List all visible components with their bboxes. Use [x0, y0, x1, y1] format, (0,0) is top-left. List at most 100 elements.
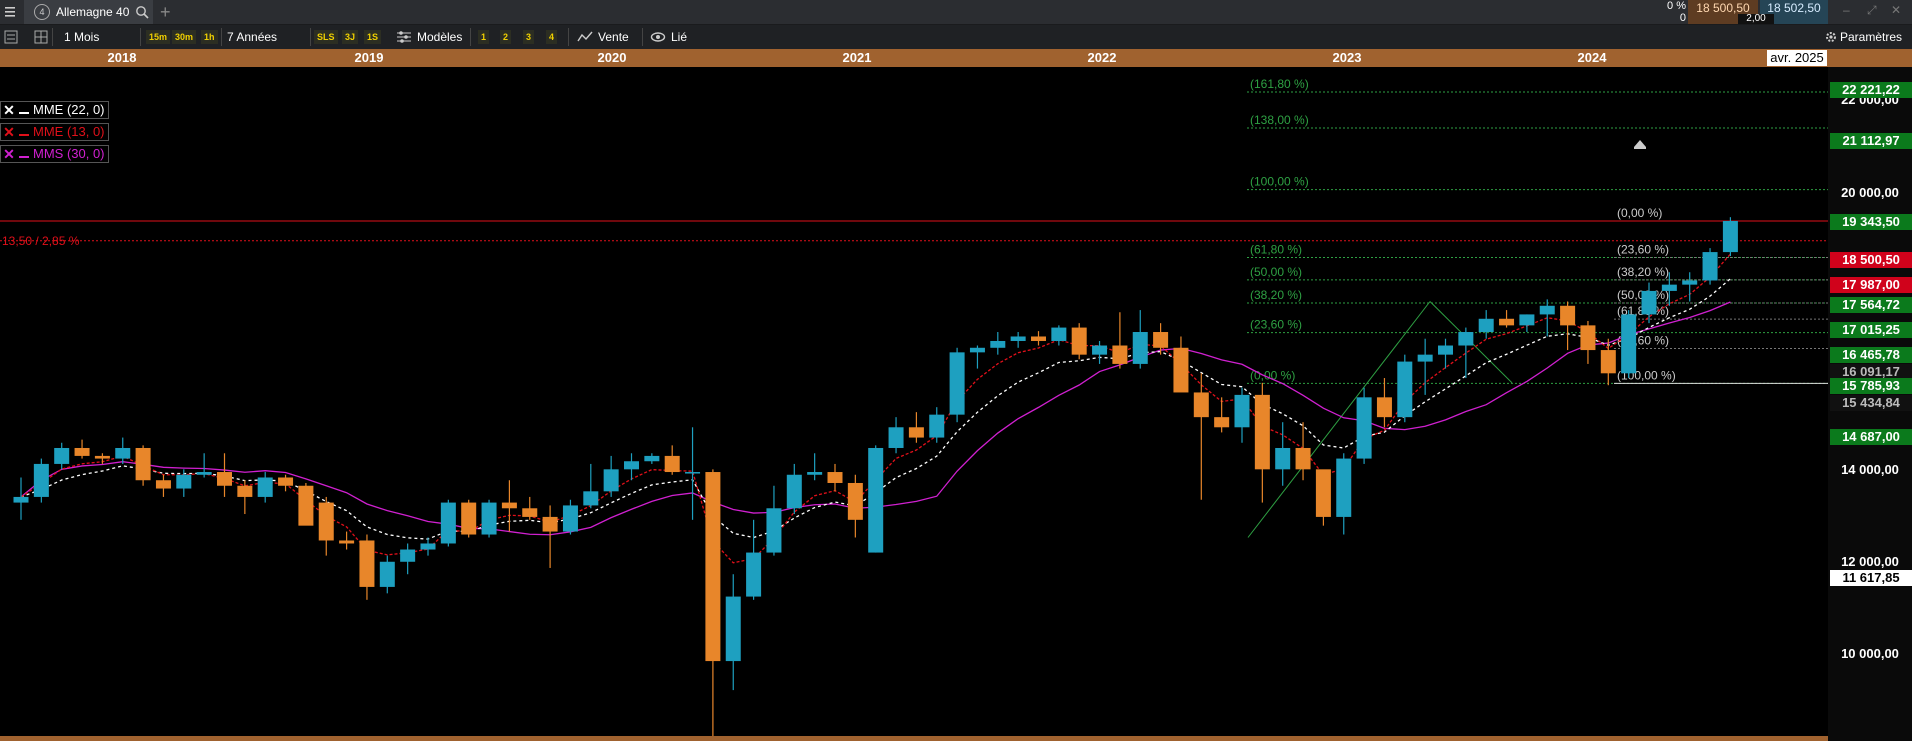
candle-body — [257, 477, 273, 497]
shortcut-sls[interactable]: SLS — [314, 30, 338, 44]
crosshair-price-tag: 11 617,85 — [1830, 570, 1912, 586]
models-icon[interactable] — [396, 30, 412, 47]
candle-body — [1478, 318, 1494, 333]
line-style-icon — [19, 156, 29, 158]
candle-body — [1132, 332, 1148, 364]
candle-body — [400, 549, 416, 562]
candle-body — [481, 502, 497, 535]
fib-extension-label: (61,80 %) — [1250, 242, 1302, 256]
toolbar-divider — [642, 28, 643, 46]
candle-body — [33, 463, 49, 497]
layout-grid-icon[interactable] — [34, 30, 48, 47]
time-axis[interactable] — [0, 49, 1828, 67]
sell-icon[interactable] — [577, 30, 593, 47]
candle-body — [1621, 314, 1637, 374]
year-label: 2020 — [597, 50, 627, 65]
link-icon[interactable] — [650, 31, 666, 46]
candle-body — [786, 474, 802, 509]
axis-label: 14 000,00 — [1841, 462, 1899, 477]
candle-body — [685, 472, 701, 474]
fib-extension-label: (100,00 %) — [1250, 175, 1309, 189]
cursor-date: avr. 2025 — [1767, 50, 1827, 66]
candle-body — [725, 596, 741, 662]
toolbar-divider — [568, 28, 569, 46]
year-label: 2023 — [1332, 50, 1362, 65]
candle-body — [54, 447, 70, 464]
layout-2[interactable]: 2 — [500, 30, 512, 44]
year-label: 2019 — [354, 50, 384, 65]
year-label: 2018 — [107, 50, 137, 65]
candle-body — [115, 447, 131, 459]
fib-extension-label: (50,00 %) — [1250, 265, 1302, 279]
line-style-icon — [19, 134, 29, 136]
candle-body — [1661, 284, 1677, 291]
candle-body — [888, 427, 904, 448]
fib-extension-label: (23,60 %) — [1250, 318, 1302, 332]
candle-body — [155, 480, 171, 489]
remove-icon[interactable]: ✕ — [1, 146, 17, 162]
timeframe-30m[interactable]: 30m — [172, 30, 197, 44]
candle-body — [562, 505, 578, 532]
sell-button[interactable]: Vente — [598, 25, 629, 49]
change-abs: 0 — [1679, 12, 1686, 24]
candle-body — [1519, 314, 1535, 326]
candle-body — [1173, 347, 1189, 393]
candle-body — [1417, 354, 1433, 362]
minimize-icon[interactable]: – — [1843, 3, 1850, 17]
remove-icon[interactable]: ✕ — [1, 102, 17, 118]
range-select[interactable]: 7 Années — [227, 25, 277, 49]
candle-body — [746, 552, 762, 597]
candle-body — [135, 447, 151, 481]
settings-button[interactable]: Paramètres — [1840, 25, 1902, 49]
chart-footer — [0, 736, 1828, 741]
candle-body — [969, 347, 985, 353]
timeframe-15m[interactable]: 15m — [146, 30, 171, 44]
shortcut-1s[interactable]: 1S — [364, 30, 382, 44]
candle-body — [1295, 447, 1311, 470]
legend-item-mms30[interactable]: ✕ MMS (30, 0) — [0, 145, 109, 163]
fib-extension-label: (0,00 %) — [1250, 368, 1295, 382]
candle-body — [705, 472, 721, 662]
linked-button[interactable]: Lié — [671, 25, 687, 49]
layout-1[interactable]: 1 — [478, 30, 490, 44]
hamburger-icon[interactable] — [2, 2, 20, 22]
new-tab-button[interactable]: + — [160, 2, 171, 23]
candle-body — [908, 427, 924, 438]
candle-body — [847, 482, 863, 520]
candle-body — [1153, 332, 1169, 348]
close-icon[interactable]: ✕ — [1891, 3, 1901, 17]
layout-3[interactable]: 3 — [523, 30, 535, 44]
timeframe-1h[interactable]: 1h — [201, 30, 218, 44]
candle-body — [1641, 290, 1657, 315]
expand-icon[interactable]: ⤢ — [1867, 3, 1877, 18]
candle-body — [298, 485, 314, 526]
tab-number-badge: 4 — [34, 4, 50, 20]
tab-allemagne-40[interactable]: 4 Allemagne 40 — [24, 0, 153, 24]
legend-item-mme13[interactable]: ✕ MME (13, 0) — [0, 123, 109, 141]
candle-body — [1092, 345, 1108, 355]
candle-body — [583, 491, 599, 506]
candle-body — [420, 543, 436, 550]
period-select[interactable]: 1 Mois — [64, 25, 99, 49]
models-button[interactable]: Modèles — [417, 25, 462, 49]
candle-body — [624, 461, 639, 470]
tab-title: Allemagne 40 — [56, 5, 130, 19]
candle-body — [339, 540, 355, 544]
candle-body — [1560, 305, 1576, 326]
price-tag-fib-50: 17 015,25 — [1830, 322, 1912, 338]
fib-extension-label: (38,20 %) — [1250, 288, 1302, 302]
candle-body — [1356, 397, 1372, 459]
candle-body — [217, 472, 232, 486]
chart-list-icon[interactable] — [4, 30, 18, 47]
layout-4[interactable]: 4 — [546, 30, 558, 44]
search-icon[interactable] — [135, 5, 149, 19]
remove-icon[interactable]: ✕ — [1, 124, 17, 140]
chart-toolbar — [0, 25, 1912, 49]
gear-icon[interactable] — [1824, 30, 1838, 47]
candle-body — [1315, 469, 1331, 517]
shortcut-3j[interactable]: 3J — [342, 30, 359, 44]
candlestick-chart[interactable]: (161,80 %) (138,00 %) (100,00 %) (61,80 %) (… — [0, 67, 1828, 736]
legend-item-mme22[interactable]: ✕ MME (22, 0) — [0, 101, 109, 119]
fib-extension-label: (138,00 %) — [1250, 113, 1309, 127]
candle-body — [176, 474, 192, 489]
